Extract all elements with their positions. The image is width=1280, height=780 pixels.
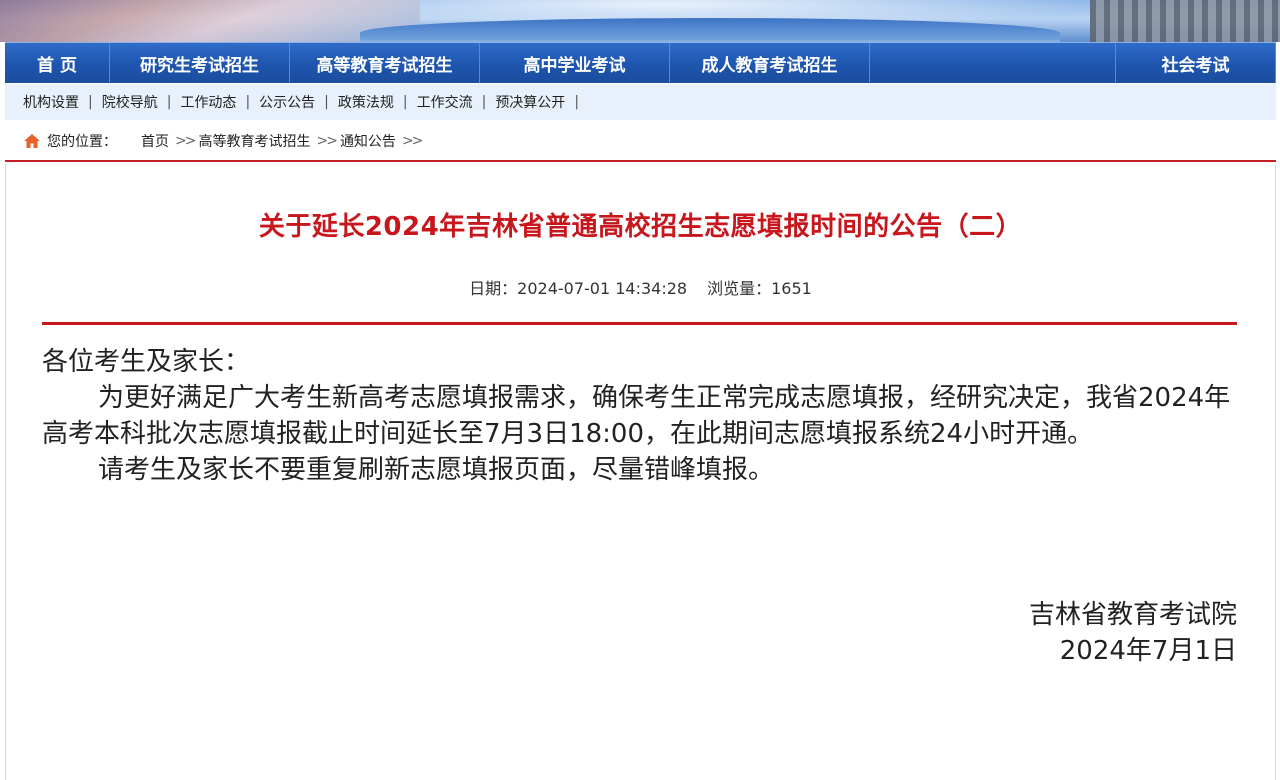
breadcrumb-separator-icon: >>	[316, 133, 338, 149]
sub-nav: 机构设置 | 院校导航 | 工作动态 | 公示公告 | 政策法规 | 工作交流 | 预决算公…	[5, 84, 1276, 120]
breadcrumb-home[interactable]: 首页	[141, 131, 169, 151]
header-banner	[0, 0, 1280, 42]
title-divider	[42, 322, 1237, 325]
subnav-item[interactable]: 公示公告	[259, 92, 315, 112]
breadcrumb-notices[interactable]: 通知公告	[340, 131, 396, 151]
subnav-separator: |	[324, 94, 329, 110]
nav-high-school-exam[interactable]: 高中学业考试	[480, 43, 670, 83]
breadcrumb-higher-ed[interactable]: 高等教育考试招生	[198, 131, 310, 151]
article-meta: 日期：2024-07-01 14:34:28 浏览量：1651	[6, 275, 1275, 299]
banner-lake	[360, 18, 1060, 42]
subnav-separator: |	[481, 94, 487, 110]
subnav-separator: |	[574, 94, 580, 110]
main-nav: 首 页 研究生考试招生 高等教育考试招生 高中学业考试 成人教育考试招生 社会考…	[5, 42, 1276, 83]
article-paragraph: 为更好满足广大考生新高考志愿填报需求，确保考生正常完成志愿填报，经研究决定，我省…	[42, 383, 1231, 449]
article-date: 日期：2024-07-01 14:34:28	[469, 279, 688, 298]
article-views: 浏览量：1651	[707, 279, 812, 298]
nav-adult-ed-exam[interactable]: 成人教育考试招生	[670, 43, 870, 83]
article-title: 关于延长2024年吉林省普通高校招生志愿填报时间的公告（二）	[258, 212, 1023, 242]
breadcrumb-separator-icon: >>	[401, 133, 424, 149]
subnav-item[interactable]: 机构设置	[23, 92, 79, 112]
nav-home[interactable]: 首 页	[5, 43, 110, 83]
article-panel: 关于延长2024年吉林省普通高校招生志愿填报时间的公告（二） 日期：2024-0…	[5, 164, 1276, 780]
subnav-item[interactable]: 工作交流	[417, 92, 473, 112]
nav-social-exam[interactable]: 社会考试	[1116, 43, 1276, 83]
nav-higher-ed-exam[interactable]: 高等教育考试招生	[290, 43, 480, 83]
subnav-item[interactable]: 预决算公开	[495, 92, 565, 112]
nav-graduate-exam[interactable]: 研究生考试招生	[110, 43, 290, 83]
article-salutation: 各位考生及家长：	[42, 347, 251, 377]
signature-date: 2024年7月1日	[1059, 636, 1237, 666]
article-paragraph: 请考生及家长不要重复刷新志愿填报页面，尽量错峰填报。	[98, 455, 775, 485]
article-signature: 吉林省教育考试院 2024年7月1日	[1029, 597, 1237, 669]
subnav-separator: |	[402, 94, 408, 110]
breadcrumb-separator-icon: >>	[175, 133, 197, 149]
home-icon	[24, 134, 40, 148]
subnav-item[interactable]: 工作动态	[180, 92, 236, 112]
subnav-separator: |	[245, 94, 251, 110]
article-body: 各位考生及家长： 为更好满足广大考生新高考志愿填报需求，确保考生正常完成志愿填报…	[42, 344, 1242, 488]
subnav-item[interactable]: 政策法规	[338, 92, 394, 112]
banner-building	[1090, 0, 1280, 42]
subnav-separator: |	[88, 94, 93, 110]
signature-organization: 吉林省教育考试院	[1028, 600, 1237, 630]
breadcrumb: 您的位置： 首页 >> 高等教育考试招生 >> 通知公告 >>	[5, 122, 1276, 162]
breadcrumb-prefix: 您的位置：	[47, 134, 117, 150]
banner-mountain	[0, 0, 420, 42]
subnav-separator: |	[166, 94, 172, 110]
nav-spacer	[870, 43, 1116, 83]
subnav-item[interactable]: 院校导航	[102, 92, 158, 112]
